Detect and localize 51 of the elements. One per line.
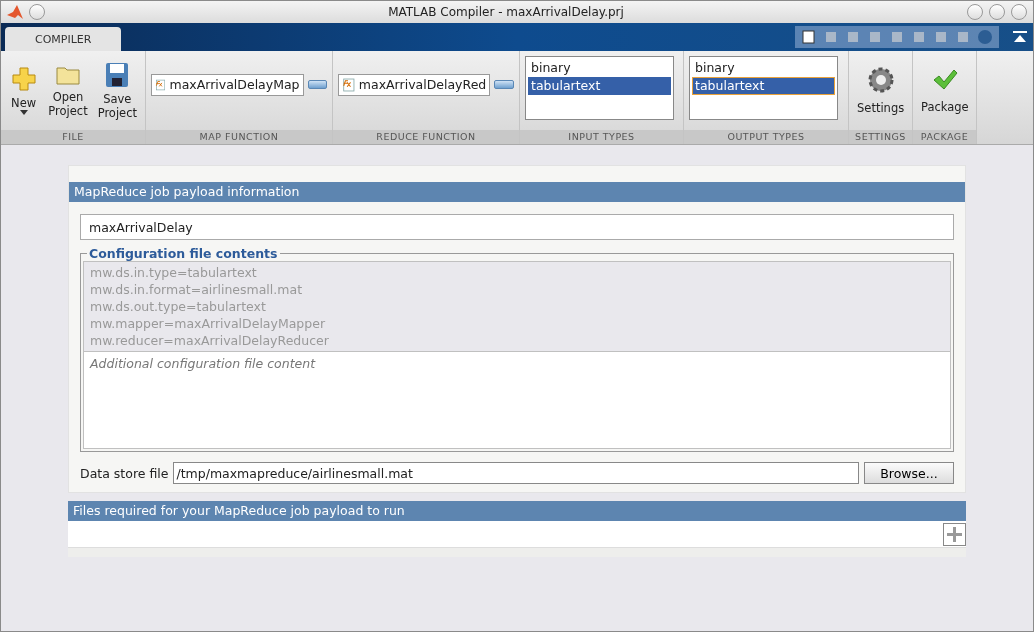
group-label: PACKAGE — [913, 130, 976, 144]
window-title: MATLAB Compiler - maxArrivalDelay.prj — [387, 5, 625, 19]
new-button[interactable]: New — [6, 63, 42, 118]
config-line: mw.ds.in.type=tabulartext — [90, 264, 258, 281]
remove-button[interactable] — [307, 80, 327, 89]
close-button[interactable] — [1011, 4, 1027, 20]
plus-icon — [10, 65, 37, 92]
save-button[interactable]: Save Project — [94, 59, 140, 122]
list-item[interactable]: binary — [528, 58, 671, 77]
logo-icon — [7, 5, 23, 19]
group-label: MAP FUNCTION — [146, 130, 332, 144]
maximize-button[interactable] — [989, 4, 1005, 20]
package-button[interactable]: Package — [918, 65, 972, 116]
minimize-button[interactable] — [967, 4, 983, 20]
caret-icon — [19, 109, 28, 116]
config-line: mw.ds.out.type=tabulartext — [90, 298, 267, 315]
settings-button[interactable]: Settings — [854, 64, 908, 117]
data-store-field[interactable]: /tmp/maxmapreduce/airlinesmall.mat — [173, 462, 859, 484]
ribbon-tab[interactable]: COMPILER — [5, 27, 122, 51]
plus-icon — [947, 526, 962, 542]
group-label: OUTPUT TYPES — [684, 130, 848, 144]
group-label: REDUCE FUNCTION — [333, 130, 519, 144]
name-field[interactable]: maxArrivalDelay — [80, 214, 954, 240]
browse-button[interactable]: Browse... — [864, 462, 954, 484]
type-list[interactable]: binary tabulartext — [689, 55, 838, 120]
config-line: mw.ds.in.format=airlinesmall.mat — [90, 281, 304, 298]
collapse-icon[interactable] — [1013, 31, 1027, 43]
field-label: Data store file — [80, 465, 169, 481]
checkmark-icon — [931, 67, 958, 92]
group-label: INPUT TYPES — [520, 130, 683, 144]
function-field[interactable]: maxArrivalDelayMap — [151, 73, 304, 96]
list-item[interactable]: tabulartext — [528, 76, 671, 95]
group-label: FILE — [1, 130, 145, 144]
function-file-icon — [155, 76, 166, 93]
section-header: Files required for your MapReduce job payload to run — [68, 501, 966, 521]
list-item[interactable]: binary — [692, 58, 835, 77]
function-file-icon — [342, 76, 355, 93]
function-field[interactable]: maxArrivalDelayRed — [338, 73, 491, 96]
section-header: MapReduce job payload information — [69, 182, 965, 202]
menu-button[interactable] — [29, 4, 45, 20]
group-label: SETTINGS — [849, 130, 912, 144]
config-line: mw.reducer=maxArrivalDelayReducer — [90, 332, 330, 349]
remove-button[interactable] — [494, 80, 514, 89]
list-item[interactable]: tabulartext — [692, 76, 835, 95]
config-line: mw.mapper=maxArrivalDelayMapper — [90, 315, 327, 332]
settings-icon — [867, 66, 894, 93]
add-button[interactable] — [943, 522, 966, 546]
type-list[interactable]: binary tabulartext — [525, 55, 674, 120]
group-title: Configuration file contents — [88, 246, 279, 261]
config-text-area[interactable]: Additional configuration file content — [83, 352, 951, 449]
open-button[interactable]: Open Project — [45, 61, 91, 120]
